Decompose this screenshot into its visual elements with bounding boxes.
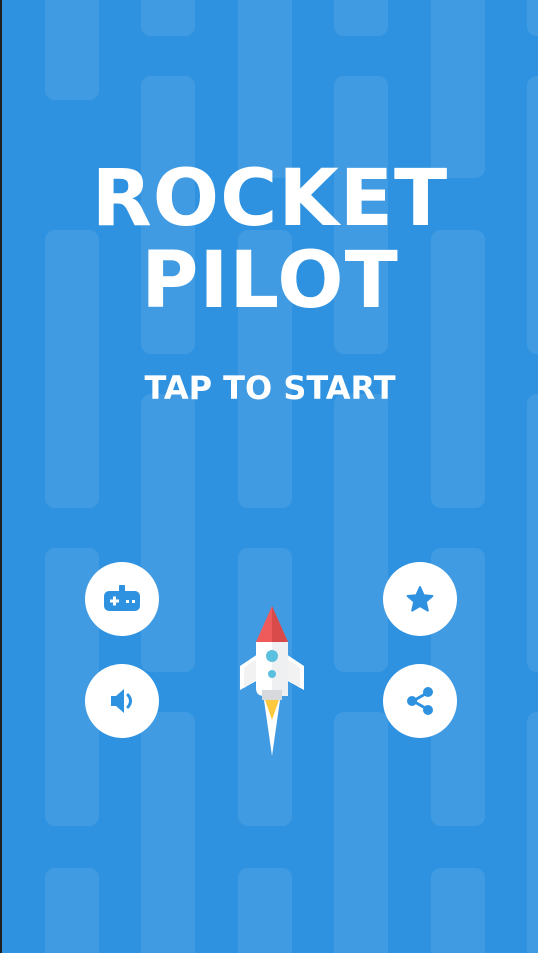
- game-screen[interactable]: ROCKET PILOT TAP TO START: [2, 0, 538, 953]
- gamepad-icon: [104, 585, 140, 611]
- speaker-icon: [111, 689, 132, 713]
- rocket-sprite: [240, 606, 304, 756]
- share-icon: [407, 687, 433, 715]
- sound-toggle-button[interactable]: [85, 664, 159, 738]
- title-line-2: PILOT: [141, 236, 399, 326]
- more-games-button[interactable]: [85, 562, 159, 636]
- share-button[interactable]: [383, 664, 457, 738]
- rate-button[interactable]: [383, 562, 457, 636]
- star-icon: [406, 586, 434, 612]
- title-line-1: ROCKET: [91, 154, 449, 244]
- game-title: ROCKET PILOT: [2, 158, 538, 322]
- tap-to-start-prompt[interactable]: TAP TO START: [2, 368, 538, 408]
